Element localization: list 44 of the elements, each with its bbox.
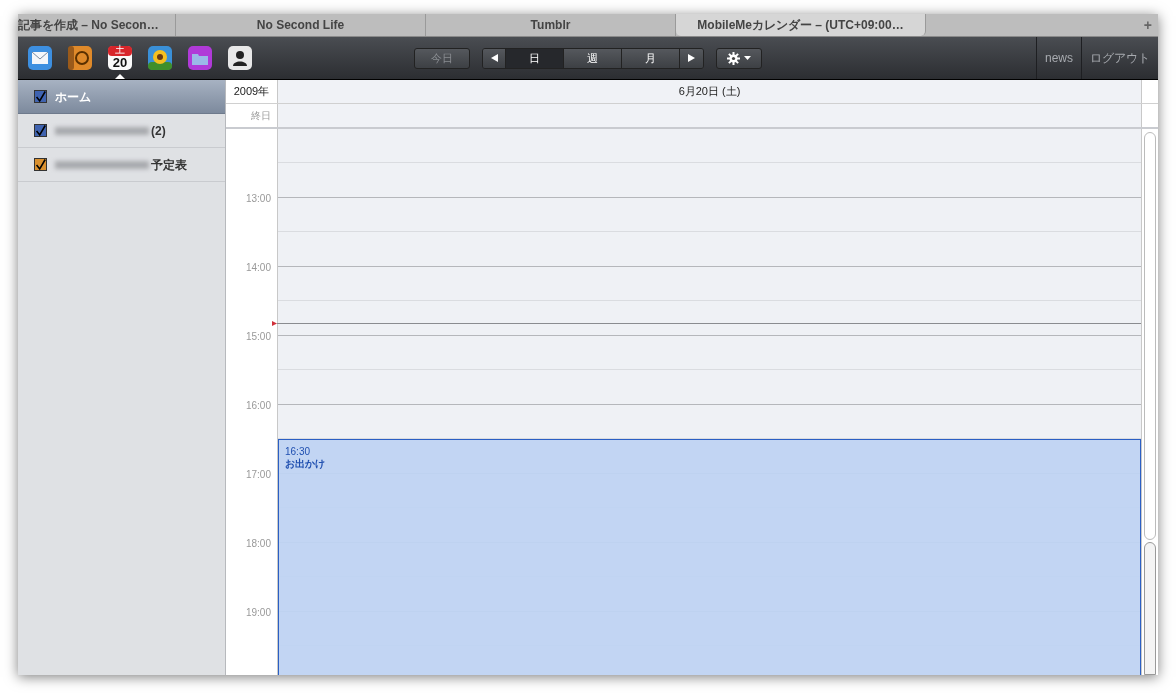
calendar-name: (2): [151, 122, 166, 140]
scrollbar[interactable]: [1142, 129, 1158, 675]
calendar-item[interactable]: (2): [18, 114, 225, 148]
view-tab[interactable]: 週: [564, 48, 622, 68]
event-block[interactable]: 16:30 お出かけ: [278, 439, 1141, 675]
scroll-thumb[interactable]: [1144, 132, 1156, 540]
view-tab[interactable]: 月: [622, 48, 680, 68]
caret-icon: [744, 56, 751, 60]
hour-label: 17:00: [245, 468, 271, 481]
hour-label: 16:00: [245, 399, 271, 412]
sunflower-icon[interactable]: [147, 45, 173, 71]
hour-label: 15:00: [245, 330, 271, 343]
right-triangle-icon: [688, 54, 695, 62]
calendar-name: 予定表: [151, 156, 187, 174]
settings-button[interactable]: [716, 47, 762, 69]
previous-button[interactable]: [483, 48, 506, 68]
mail-icon[interactable]: [27, 45, 53, 71]
checkbox[interactable]: [34, 124, 47, 137]
day-number: 20: [111, 55, 129, 70]
settings-icon: [727, 51, 740, 65]
hour-label: 18:00: [245, 537, 271, 550]
event-time: 16:30: [285, 446, 311, 458]
browser-tab[interactable]: 記事を作成 – No Secon…: [18, 14, 176, 36]
calendar-icon[interactable]: 土 20: [107, 45, 133, 71]
folder-icon[interactable]: [187, 45, 213, 71]
date-heading: 6月20日 (土): [278, 80, 1142, 103]
weekday-label: 土: [114, 45, 126, 55]
hour-label: 19:00: [245, 606, 271, 619]
person-icon[interactable]: [227, 45, 253, 71]
header-link[interactable]: news: [1036, 37, 1081, 79]
hour-label: 13:00: [245, 192, 271, 205]
left-triangle-icon: [490, 54, 498, 62]
browser-tab[interactable]: MobileMeカレンダー – (UTC+09:00…: [676, 14, 926, 36]
view-tab[interactable]: 日: [506, 48, 564, 68]
new-tab-button[interactable]: +: [1143, 14, 1152, 36]
next-button[interactable]: [680, 48, 703, 68]
checkbox[interactable]: [34, 158, 47, 171]
checkbox[interactable]: [34, 90, 47, 103]
calendar-item[interactable]: 予定表: [18, 148, 225, 182]
header-link[interactable]: ログアウト: [1081, 37, 1158, 79]
calendar-name: ホーム: [55, 88, 91, 106]
event-title: お出かけ: [285, 458, 325, 470]
hour-label: 14:00: [245, 261, 271, 274]
calendar-item[interactable]: ホーム: [18, 80, 225, 114]
